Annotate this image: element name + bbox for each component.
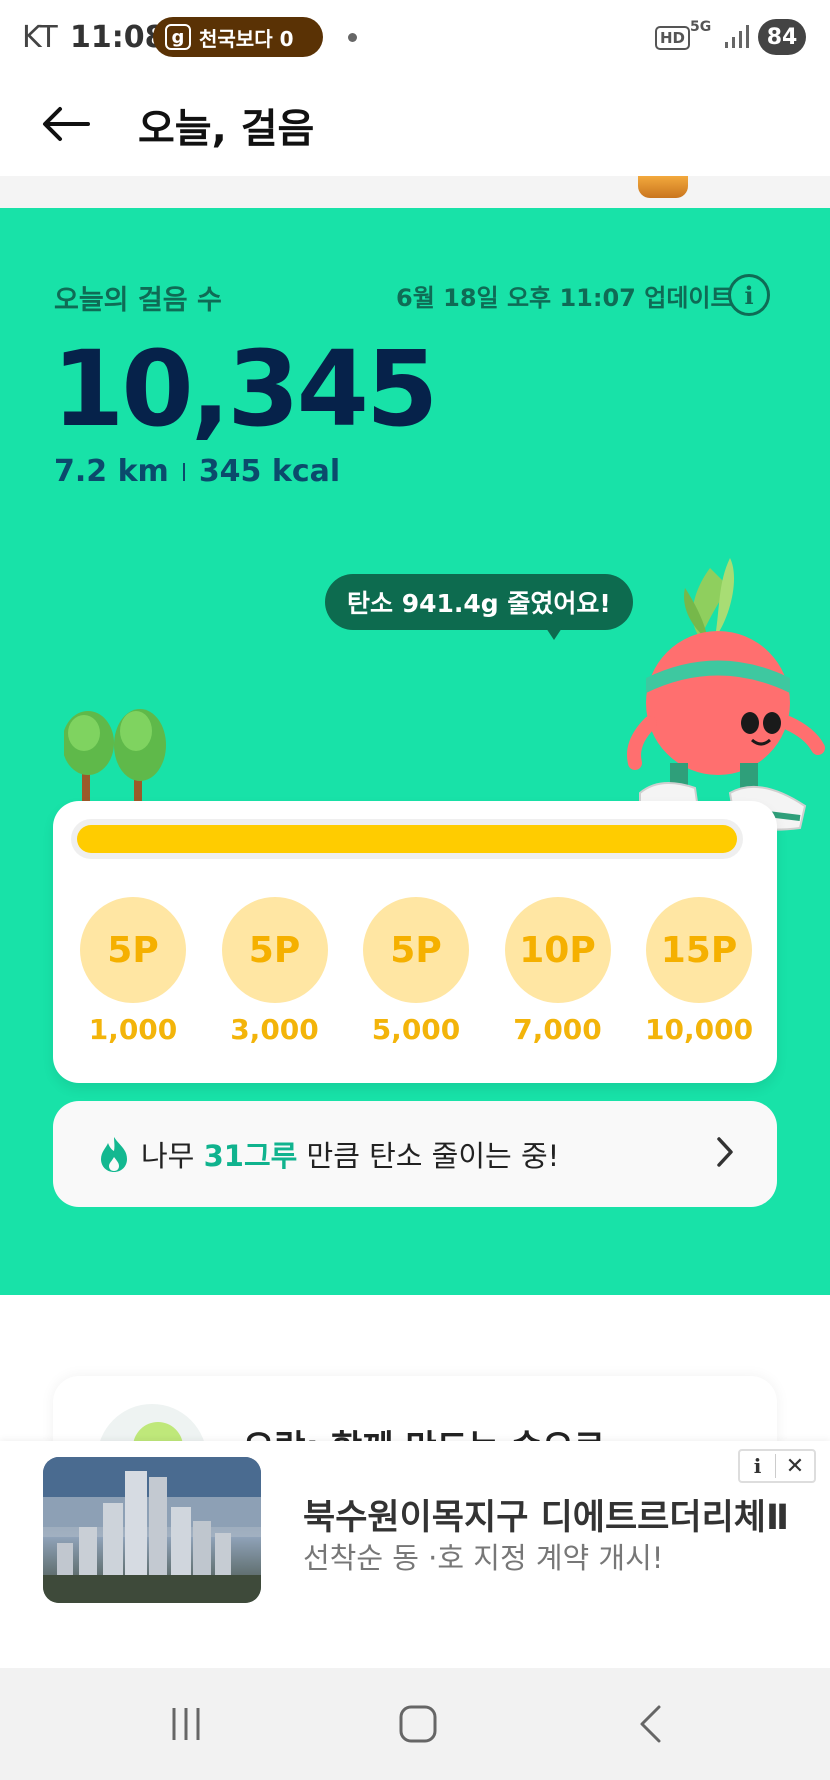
reward-milestones: 5P 1,000 5P 3,000 5P 5,000 10P 7,000 15P 10,000	[53, 897, 777, 1057]
battery-indicator: 84	[758, 19, 806, 55]
ad-apartment-image	[43, 1457, 261, 1603]
reward-points-coin: 5P	[221, 897, 328, 1003]
flame-icon	[101, 1137, 127, 1172]
jar-illustration	[638, 176, 688, 198]
page-title: 오늘, 걸음	[138, 106, 315, 152]
recent-apps-button[interactable]	[156, 1698, 216, 1750]
home-button[interactable]	[388, 1698, 448, 1750]
distance-value: 7.2 km	[54, 454, 169, 489]
reward-step-goal: 1,000	[88, 1013, 178, 1046]
ad-banner[interactable]: 북수원이목지구 디에트르더리체Ⅱ 선착순 동 ·호 지정 계약 개시! i ✕	[0, 1441, 830, 1671]
info-icon[interactable]: i	[728, 274, 770, 316]
reward-points-coin: 15P	[646, 897, 752, 1003]
app-header: 오늘, 걸음	[0, 76, 830, 176]
steps-panel: 오늘의 걸음 수 6월 18일 오후 11:07 업데이트 i 10,345 7…	[0, 208, 830, 1295]
speech-bubble-tail	[546, 628, 562, 640]
ad-controls: i ✕	[738, 1449, 816, 1483]
hd-voice-icon: HD	[655, 26, 691, 50]
nav-back-button[interactable]	[620, 1698, 680, 1750]
tree-banner-prefix: 나무	[141, 1139, 204, 1173]
reward-step-goal: 7,000	[513, 1013, 602, 1046]
chevron-right-icon	[717, 1137, 733, 1167]
steps-progress-fill	[77, 825, 737, 853]
trees-illustration	[64, 709, 166, 803]
reward-step-goal: 5,000	[371, 1013, 461, 1046]
tree-banner-suffix: 만큼 탄소 줄이는 중!	[297, 1139, 560, 1173]
reward-step-goal: 3,000	[230, 1013, 319, 1046]
notification-dot-icon	[348, 33, 357, 42]
previous-section-peek	[0, 176, 830, 208]
calories-value: 345 kcal	[198, 454, 341, 489]
reward-points-coin: 5P	[80, 897, 186, 1003]
network-5g-icon: 5G	[690, 19, 712, 35]
carrier-label: KT	[22, 20, 58, 55]
signal-icon	[725, 25, 749, 48]
reward-milestone: 5P 1,000	[79, 897, 187, 1046]
home-icon	[399, 1705, 437, 1743]
reward-step-goal: 10,000	[645, 1013, 754, 1046]
step-metrics: 7.2 km 345 kcal	[54, 454, 340, 489]
reward-points-coin: 5P	[363, 897, 469, 1003]
ad-info-icon[interactable]: i	[740, 1454, 776, 1478]
steps-label: 오늘의 걸음 수	[54, 285, 222, 316]
reward-milestone: 5P 5,000	[362, 897, 470, 1046]
status-bar: KT 11:08 g 천국보다 0 HD 5G 84	[0, 0, 830, 76]
reward-points-coin: 10P	[504, 897, 611, 1003]
system-nav-bar	[0, 1668, 830, 1780]
carbon-speech-bubble: 탄소 941.4g 줄였어요!	[325, 574, 633, 630]
ad-close-icon[interactable]: ✕	[776, 1454, 814, 1479]
reward-milestone: 15P 10,000	[645, 897, 753, 1046]
arrow-left-icon	[43, 107, 90, 141]
app-g-icon: g	[165, 24, 191, 50]
tree-carbon-banner[interactable]: 나무 31그루 만큼 탄소 줄이는 중!	[53, 1101, 777, 1207]
nav-back-icon	[640, 1705, 661, 1743]
metrics-divider	[182, 462, 185, 481]
recent-apps-icon	[172, 1708, 200, 1740]
ad-subtitle: 선착순 동 ·호 지정 계약 개시!	[303, 1541, 664, 1575]
notification-text: 천국보다 0	[199, 26, 294, 51]
ad-title: 북수원이목지구 디에트르더리체Ⅱ	[303, 1498, 790, 1538]
steps-progress-bar	[71, 819, 743, 859]
clock: 11:08	[70, 20, 166, 55]
reward-milestone: 5P 3,000	[221, 897, 329, 1046]
reward-milestone: 10P 7,000	[504, 897, 612, 1046]
tree-banner-text: 나무 31그루 만큼 탄소 줄이는 중!	[141, 1133, 559, 1175]
reward-card: 5P 1,000 5P 3,000 5P 5,000 10P 7,000 15P 10,000	[53, 801, 777, 1083]
apartment-buildings-illustration	[43, 1457, 261, 1603]
back-button[interactable]	[36, 94, 96, 154]
media-notification-pill[interactable]: g 천국보다 0	[153, 17, 323, 57]
update-timestamp: 6월 18일 오후 11:07 업데이트	[396, 284, 733, 312]
tree-count-highlight: 31그루	[203, 1139, 298, 1173]
step-count: 10,345	[52, 328, 438, 450]
